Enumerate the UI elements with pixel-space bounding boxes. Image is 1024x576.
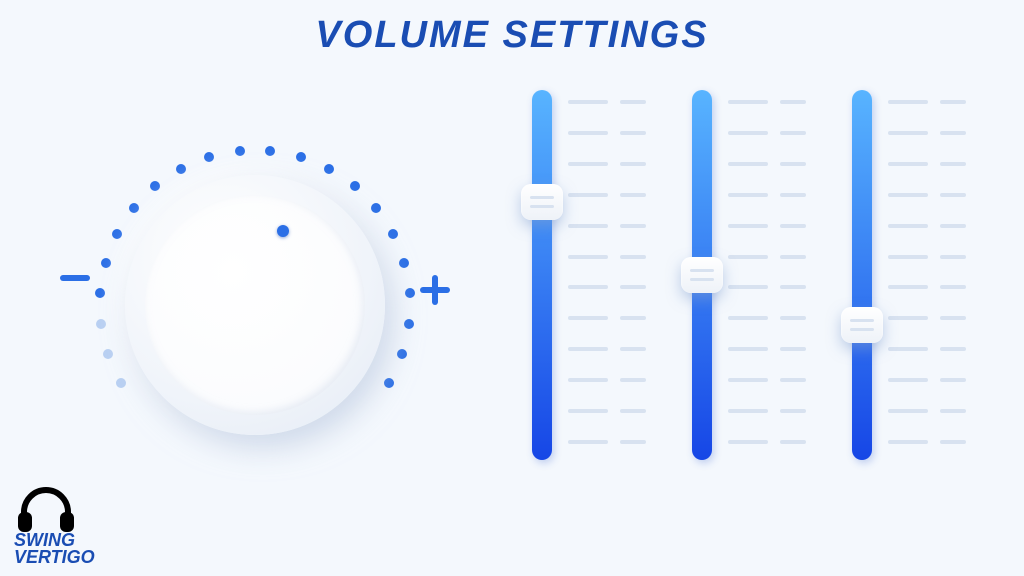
knob-tick [404,319,414,329]
slider-scale [728,100,818,450]
knob-tick [384,378,394,388]
slider-handle[interactable] [841,307,883,343]
knob-tick [265,146,275,156]
knob-tick [101,258,111,268]
knob-tick [150,181,160,191]
knob-tick [112,229,122,239]
knob-indicator-dot [277,225,289,237]
knob-tick [116,378,126,388]
knob-tick [129,203,139,213]
volume-knob-group [40,120,440,520]
knob-tick [397,349,407,359]
knob-tick [405,288,415,298]
sliders-group [520,90,990,470]
knob-tick [324,164,334,174]
slider-track[interactable] [532,90,552,460]
plus-icon[interactable] [420,275,450,305]
knob-tick [371,203,381,213]
page-title: VOLUME SETTINGS [0,14,1024,57]
volume-knob[interactable] [125,175,385,435]
knob-tick [96,319,106,329]
knob-tick [296,152,306,162]
minus-icon[interactable] [60,275,90,281]
logo-line2: VERTIGO [14,549,95,566]
knob-face [145,195,365,415]
slider-3[interactable] [840,90,990,470]
knob-tick [350,181,360,191]
knob-tick [235,146,245,156]
headphones-icon [14,486,78,532]
knob-tick [388,229,398,239]
slider-2[interactable] [680,90,830,470]
brand-logo: SWING VERTIGO [14,486,95,566]
knob-tick [176,164,186,174]
slider-track[interactable] [852,90,872,460]
knob-tick [103,349,113,359]
knob-tick [95,288,105,298]
slider-scale [568,100,658,450]
slider-handle[interactable] [681,257,723,293]
knob-tick [204,152,214,162]
slider-scale [888,100,978,450]
slider-handle[interactable] [521,184,563,220]
slider-1[interactable] [520,90,670,470]
knob-tick [399,258,409,268]
